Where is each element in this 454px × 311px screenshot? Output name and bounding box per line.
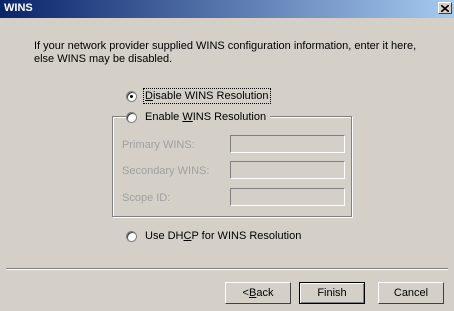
window-title: WINS <box>4 2 33 14</box>
back-button[interactable]: < Back <box>225 282 291 304</box>
radio-unchecked-icon <box>126 111 137 123</box>
primary-wins-label: Primary WINS: <box>122 139 195 151</box>
intro-text: If your network provider supplied WINS c… <box>34 40 417 65</box>
finish-button[interactable]: Finish <box>299 282 365 304</box>
scope-id-field[interactable] <box>230 188 345 206</box>
enable-wins-radio[interactable]: Enable WINS Resolution <box>126 111 271 123</box>
secondary-wins-field[interactable] <box>230 161 345 179</box>
secondary-wins-label: Secondary WINS: <box>122 165 210 177</box>
scope-id-label: Scope ID: <box>122 192 171 204</box>
disable-wins-radio[interactable]: Disable WINS Resolution <box>126 88 271 104</box>
cancel-button[interactable]: Cancel <box>378 282 444 304</box>
enable-wins-label: Enable WINS Resolution <box>145 111 267 123</box>
radio-checked-icon <box>126 90 137 102</box>
separator <box>6 268 448 270</box>
close-icon <box>441 4 449 12</box>
primary-wins-field[interactable] <box>230 135 345 153</box>
wins-dialog: WINS If your network provider supplied W… <box>0 0 454 311</box>
title-bar[interactable]: WINS <box>0 0 454 18</box>
close-button[interactable] <box>438 2 452 14</box>
disable-wins-label: Disable WINS Resolution <box>143 88 271 104</box>
dhcp-wins-radio[interactable]: Use DHCP for WINS Resolution <box>126 230 301 242</box>
radio-unchecked-icon <box>126 230 137 242</box>
dhcp-wins-label: Use DHCP for WINS Resolution <box>145 230 302 242</box>
